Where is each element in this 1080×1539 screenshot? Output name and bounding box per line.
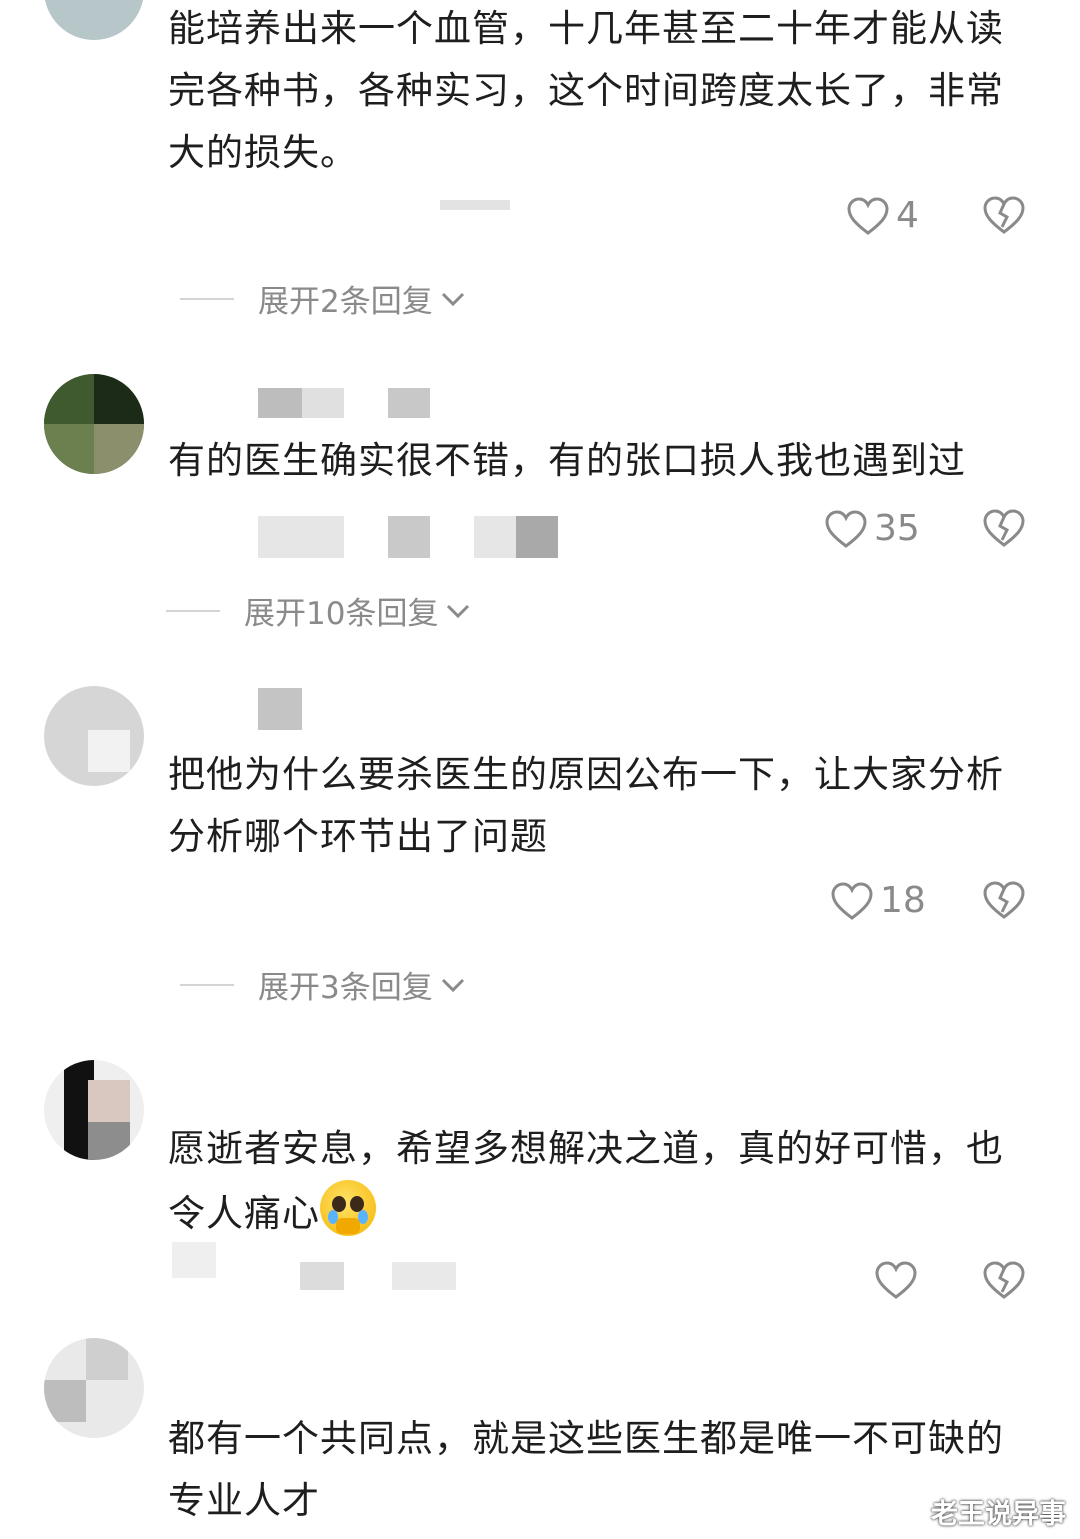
avatar[interactable] bbox=[44, 686, 144, 786]
avatar-mosaic bbox=[94, 374, 144, 424]
comment-meta-blurred bbox=[172, 1242, 216, 1278]
broken-heart-icon[interactable] bbox=[982, 880, 1026, 920]
comment-item: 都有一个共同点，就是这些医生都是唯一不可缺的专业人才 bbox=[0, 1332, 1080, 1539]
like-button[interactable]: 4 bbox=[846, 195, 919, 236]
broken-heart-icon[interactable] bbox=[982, 508, 1026, 548]
username-blurred[interactable] bbox=[258, 388, 302, 418]
username-blurred[interactable] bbox=[302, 388, 344, 418]
like-count: 4 bbox=[896, 195, 919, 236]
comment-meta-blurred bbox=[388, 516, 430, 558]
expand-replies-label: 展开3条回复 bbox=[258, 970, 433, 1006]
expand-replies-button[interactable]: 展开3条回复 bbox=[180, 962, 467, 1007]
chevron-down-icon bbox=[444, 601, 472, 621]
comment-meta-blurred bbox=[258, 516, 344, 558]
expand-replies-button[interactable]: 展开10条回复 bbox=[166, 588, 472, 633]
avatar[interactable] bbox=[44, 1060, 144, 1160]
expand-replies-button[interactable]: 展开2条回复 bbox=[180, 276, 467, 321]
chevron-down-icon bbox=[439, 975, 467, 995]
comment-text: 有的医生确实很不错，有的张口损人我也遇到过 bbox=[168, 439, 966, 482]
expand-replies-label: 展开2条回复 bbox=[258, 284, 433, 320]
comment-item: 愿逝者安息，希望多想解决之道，真的好可惜，也令人痛心 bbox=[0, 1056, 1080, 1316]
divider-line bbox=[180, 983, 234, 986]
comment-meta-blurred bbox=[516, 516, 558, 558]
like-count: 35 bbox=[874, 508, 920, 549]
heart-outline-icon bbox=[824, 509, 868, 549]
avatar-mosaic bbox=[44, 374, 94, 424]
avatar-mosaic bbox=[44, 424, 94, 474]
avatar-mosaic bbox=[88, 730, 130, 772]
comment-text: 把他为什么要杀医生的原因公布一下，让大家分析分析哪个环节出了问题 bbox=[168, 753, 1004, 858]
username-blurred[interactable] bbox=[258, 688, 302, 730]
divider-line bbox=[166, 609, 220, 612]
username-blurred[interactable] bbox=[388, 388, 430, 418]
comment-text: 能培养出来一个血管，十几年甚至二十年才能从读完各种书，各种实习，这个时间跨度太长… bbox=[168, 7, 1004, 174]
broken-heart-icon[interactable] bbox=[982, 195, 1026, 235]
avatar-mosaic bbox=[88, 1080, 130, 1122]
heart-outline-icon bbox=[830, 881, 874, 921]
comment-item: 能培养出来一个血管，十几年甚至二十年才能从读完各种书，各种实习，这个时间跨度太长… bbox=[0, 0, 1080, 340]
like-count: 18 bbox=[880, 880, 926, 921]
comment-meta-blurred bbox=[392, 1262, 456, 1290]
avatar-mosaic bbox=[86, 1338, 128, 1380]
comment-item: 有的医生确实很不错，有的张口损人我也遇到过 35 展开10条回复 bbox=[0, 370, 1080, 670]
comment-text: 都有一个共同点，就是这些医生都是唯一不可缺的专业人才 bbox=[168, 1417, 1004, 1522]
comment-meta-blurred bbox=[300, 1262, 344, 1290]
heart-outline-icon bbox=[874, 1260, 918, 1300]
comment-text: 愿逝者安息，希望多想解决之道，真的好可惜，也令人痛心 bbox=[168, 1118, 1038, 1245]
heart-outline-icon bbox=[846, 196, 890, 236]
like-button[interactable] bbox=[874, 1260, 924, 1300]
avatar[interactable] bbox=[44, 374, 144, 474]
broken-heart-icon[interactable] bbox=[982, 1260, 1026, 1300]
chevron-down-icon bbox=[439, 289, 467, 309]
crying-pleading-emoji bbox=[320, 1180, 376, 1236]
like-button[interactable]: 35 bbox=[824, 508, 920, 549]
expand-replies-label: 展开10条回复 bbox=[244, 596, 439, 632]
comment-text-content: 愿逝者安息，希望多想解决之道，真的好可惜，也令人痛心 bbox=[168, 1127, 1004, 1235]
like-button[interactable]: 18 bbox=[830, 880, 926, 921]
comment-meta-blurred bbox=[440, 200, 510, 210]
comment-item: 把他为什么要杀医生的原因公布一下，让大家分析分析哪个环节出了问题 18 展开3条… bbox=[0, 682, 1080, 1022]
divider-line bbox=[180, 297, 234, 300]
comment-meta-blurred bbox=[474, 516, 516, 558]
avatar[interactable] bbox=[44, 0, 144, 40]
avatar[interactable] bbox=[44, 1338, 144, 1438]
avatar-mosaic bbox=[88, 1122, 130, 1160]
avatar-mosaic bbox=[94, 424, 144, 474]
avatar-mosaic bbox=[44, 1380, 86, 1422]
watermark: 老王说异事 bbox=[931, 1499, 1066, 1530]
